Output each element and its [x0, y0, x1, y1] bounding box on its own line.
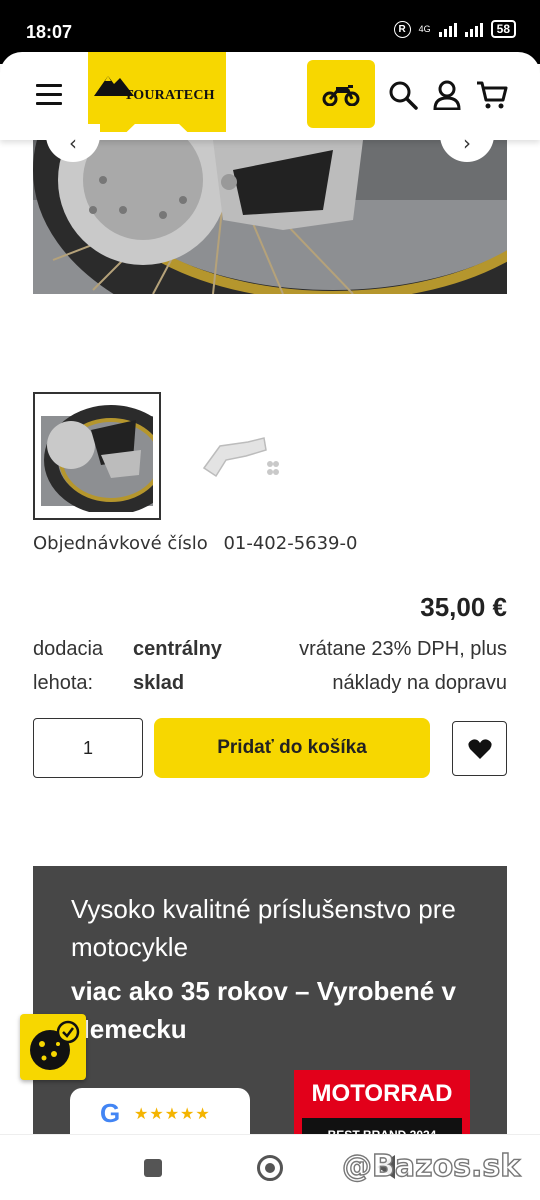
status-time: 18:07 [26, 22, 73, 42]
account-icon[interactable] [433, 80, 461, 110]
google-logo: G [100, 1098, 121, 1128]
quantity-input[interactable]: 1 [33, 718, 143, 778]
registered-icon: R [393, 20, 411, 38]
search-icon[interactable] [388, 80, 418, 110]
cookie-settings-button[interactable] [20, 1014, 86, 1080]
order-number-value: 01-402-5639-0 [223, 533, 358, 554]
menu-icon[interactable] [36, 84, 62, 106]
order-number-label: Objednávkové číslo [33, 533, 208, 554]
wheel-photo [33, 140, 507, 294]
promo-headline: Vysoko kvalitné príslušenstvo pre motocy… [71, 894, 456, 962]
watermark-text: @Bazos.sk [341, 1148, 521, 1184]
cookie-icon [30, 1020, 80, 1070]
touratech-logo[interactable]: TOURATECH [88, 52, 226, 132]
thumbnail-wheel-image [41, 400, 178, 515]
product-main-image[interactable] [33, 140, 507, 294]
battery-indicator: 58 [490, 20, 516, 38]
status-icons: R 4G 58 [393, 20, 516, 38]
home-icon[interactable] [257, 1155, 283, 1181]
signal-icon-2 [464, 21, 483, 37]
thumbnail-2[interactable] [180, 392, 308, 520]
wishlist-button[interactable] [452, 721, 507, 776]
thumbnail-1[interactable] [33, 392, 178, 520]
promo-banner: Vysoko kvalitné príslušenstvo pre motocy… [33, 866, 507, 1146]
recent-apps-icon[interactable] [144, 1159, 162, 1177]
thumbnail-bracket-image [202, 437, 279, 478]
logo-text: TOURATECH [124, 88, 215, 103]
cart-icon[interactable] [476, 80, 508, 110]
signal-icon [438, 21, 457, 37]
product-price: 35,00 € [420, 592, 507, 622]
add-to-cart-button[interactable]: Pridať do košíka [154, 718, 430, 778]
garage-button[interactable] [307, 60, 375, 128]
chevron-right-icon: › [463, 131, 471, 155]
motorcycle-icon [322, 85, 360, 106]
delivery-label: dodacia lehota: [33, 638, 104, 694]
system-navigation-bar: @Bazos.sk [0, 1134, 540, 1200]
heart-icon [467, 738, 492, 759]
network-type: 4G [418, 24, 431, 34]
order-number: Objednávkové číslo 01-402-5639-0 [33, 533, 357, 554]
motorrad-title: MOTORRAD [311, 1080, 453, 1107]
rating-stars: ★★★★★ [134, 1104, 211, 1123]
promo-subheadline: viac ako 35 rokov – Vyrobené v Nemecku [71, 976, 456, 1044]
chevron-left-icon: ‹ [69, 131, 77, 155]
vat-note: vrátane 23% DPH, plus náklady na dopravu [299, 638, 507, 694]
delivery-value: centrálny sklad [133, 638, 222, 694]
